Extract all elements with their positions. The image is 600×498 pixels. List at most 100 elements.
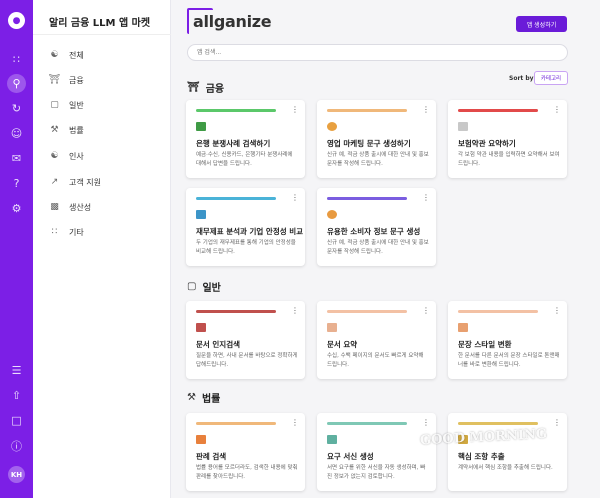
app-card[interactable]: ⋮ 문장 스타일 변환 한 문서를 다른 문서의 문장 스타일로 톤앤매너를 바…	[448, 301, 567, 379]
apps-grid-icon[interactable]: ∷	[9, 52, 24, 67]
card-title: 유용한 소비자 정보 문구 생성	[327, 227, 421, 236]
app-card[interactable]: ⋮ 재무제표 분석과 기업 안정성 비교 두 기업의 재무제표를 통해 기업의 …	[186, 188, 305, 266]
refresh-icon[interactable]: ↻	[9, 101, 24, 116]
card-description: 법률 용어를 모르더라도, 검색한 내용에 맞춰 판례를 찾아드립니다.	[196, 465, 298, 480]
app-card[interactable]: ⋮ 유용한 소비자 정보 문구 생성 신규 예, 적금 상품 출시에 대한 안내…	[317, 188, 436, 266]
brand-logo[interactable]: allganize	[187, 8, 272, 34]
upload-icon[interactable]: ⇧	[9, 388, 24, 403]
card-description: 계약서에서 핵심 조항을 추출해 드립니다.	[458, 465, 553, 471]
sidebar-item-general[interactable]: ▢ 일반	[49, 97, 84, 113]
card-title: 핵심 조항 추출	[458, 452, 505, 461]
card-accent-bar	[196, 310, 276, 313]
sidebar-item-productivity[interactable]: ▩ 생산성	[49, 199, 91, 215]
card-title: 판례 검색	[196, 452, 227, 461]
sidebar-item-label: 기타	[69, 227, 84, 237]
sidebar-item-label: 고객 지원	[69, 177, 101, 187]
more-options-icon[interactable]: ⋮	[291, 419, 299, 427]
card-title: 영업 마케팅 문구 생성하기	[327, 139, 411, 148]
sidebar-item-all[interactable]: ☯ 전체	[49, 47, 84, 63]
gift-icon[interactable]: □	[9, 413, 24, 428]
document-icon	[196, 122, 206, 131]
search-assistant-icon[interactable]: ⚲	[7, 74, 26, 93]
app-card[interactable]: ⋮ 문서 요약 수십, 수백 페이지의 문서도 빠르게 요약해 드립니다.	[317, 301, 436, 379]
card-accent-bar	[327, 109, 407, 112]
sidebar-item-label: 금융	[69, 75, 84, 85]
section-title: 법률	[201, 393, 221, 405]
chat-icon[interactable]: ✉	[9, 151, 24, 166]
layers-icon[interactable]: ☰	[9, 363, 24, 378]
sidebar-item-hr[interactable]: ☯ 인사	[49, 148, 84, 164]
sidebar-item-label: 인사	[69, 151, 84, 161]
section-title: 일반	[202, 282, 221, 294]
sidebar-item-finance[interactable]: ⛩ 금융	[49, 72, 84, 88]
app-card[interactable]: ⋮ 판례 검색 법률 용어를 모르더라도, 검색한 내용에 맞춰 판례를 찾아드…	[186, 413, 305, 491]
settings-icon[interactable]: ⚙	[9, 201, 24, 216]
gavel-icon: ⚒	[50, 125, 59, 135]
more-options-icon[interactable]: ⋮	[291, 307, 299, 315]
app-card[interactable]: ⋮ 은행 분쟁사례 검색하기 예금·수신, 신용카드, 은행기타 분쟁사례에 대…	[186, 100, 305, 178]
gavel-icon: ⚒	[187, 391, 196, 403]
card-accent-bar	[327, 310, 407, 313]
app-card[interactable]: ⋮ 문서 인지검색 질문을 하면, 사내 문서를 바탕으로 정확하게 답해드립니…	[186, 301, 305, 379]
more-options-icon[interactable]: ⋮	[291, 194, 299, 202]
help-circle-icon[interactable]: ⓘ	[9, 438, 24, 453]
section-heading-general: ▢ 일반	[187, 279, 221, 294]
more-options-icon[interactable]: ⋮	[422, 307, 430, 315]
briefcase-icon: ▢	[187, 280, 197, 292]
more-options-icon[interactable]: ⋮	[553, 419, 561, 427]
help-icon[interactable]: ?	[9, 176, 24, 191]
card-description: 예금·수신, 신용카드, 은행기타 분쟁사례에 대해서 답변을 드립니다.	[196, 152, 293, 167]
sidebar-item-legal[interactable]: ⚒ 법률	[49, 122, 83, 138]
person-icon[interactable]: ☺	[9, 126, 24, 141]
card-description: 각 보험 약관 내용을 입력하면 요약해서 보여 드립니다.	[458, 152, 560, 167]
card-title: 문장 스타일 변환	[458, 340, 512, 349]
card-accent-bar	[196, 422, 276, 425]
waveform-logo-icon[interactable]: ●	[8, 12, 25, 29]
sidebar-item-label: 전체	[69, 50, 84, 60]
bar-chart-icon: ▩	[50, 202, 59, 212]
app-card[interactable]: ⋮ 보험약관 요약하기 각 보험 약관 내용을 입력하면 요약해서 보여 드립니…	[448, 100, 567, 178]
more-options-icon[interactable]: ⋮	[422, 419, 430, 427]
card-title: 문서 인지검색	[196, 340, 241, 349]
bank-icon: ⛩	[48, 75, 61, 85]
app-card[interactable]: ⋮ 핵심 조항 추출 계약서에서 핵심 조항을 추출해 드립니다.	[448, 413, 567, 491]
more-options-icon[interactable]: ⋮	[291, 106, 299, 114]
card-accent-bar	[458, 422, 538, 425]
section-heading-finance: ⛩ 금융	[187, 80, 224, 95]
sidebar-item-label: 일반	[69, 100, 84, 110]
create-app-button[interactable]: 앱 생성하기	[516, 16, 567, 32]
card-description: 서면 요구를 위한 서신을 자동 생성하며, 빠진 정보가 없는지 검토합니다.	[327, 465, 426, 480]
card-title: 재무제표 분석과 기업 안정성 비교	[196, 227, 304, 236]
sidebar-item-label: 생산성	[69, 202, 92, 212]
avatar[interactable]: KH	[8, 466, 25, 483]
more-options-icon[interactable]: ⋮	[553, 106, 561, 114]
card-description: 신규 예, 적금 상품 출시에 대한 안내 및 홍보 문자를 작성해 드립니다.	[327, 240, 429, 255]
sidebar-item-support[interactable]: ↗ 고객 지원	[49, 174, 101, 190]
handshake-icon	[327, 122, 337, 131]
document-icon	[458, 122, 468, 131]
app-card[interactable]: ⋮ 영업 마케팅 문구 생성하기 신규 예, 적금 상품 출시에 대한 안내 및…	[317, 100, 436, 178]
card-accent-bar	[327, 197, 407, 200]
sidebar-item-other[interactable]: ∷ 기타	[49, 224, 84, 240]
card-description: 한 문서를 다른 문서의 문장 스타일로 톤앤매너를 바로 변환해 드립니다.	[458, 353, 560, 368]
card-title: 보험약관 요약하기	[458, 139, 516, 148]
more-options-icon[interactable]: ⋮	[422, 194, 430, 202]
more-options-icon[interactable]: ⋮	[422, 106, 430, 114]
more-options-icon[interactable]: ⋮	[553, 307, 561, 315]
chart-icon	[327, 323, 337, 332]
document-icon	[458, 323, 468, 332]
sort-dropdown[interactable]: 카테고리	[534, 71, 568, 85]
handshake-icon: ☯	[50, 151, 59, 161]
folder-icon	[196, 210, 206, 219]
app-card[interactable]: ⋮ 요구 서신 생성 서면 요구를 위한 서신을 자동 생성하며, 빠진 정보가…	[317, 413, 436, 491]
sidebar-title: 알리 금융 LLM 앱 마켓	[49, 18, 151, 29]
dots-grid-icon: ∷	[51, 227, 58, 237]
briefcase-icon: ▢	[50, 100, 59, 110]
card-title: 은행 분쟁사례 검색하기	[196, 139, 271, 148]
search-input[interactable]	[187, 44, 568, 61]
network-icon: ☯	[50, 50, 59, 60]
chat-bubble-icon	[196, 323, 206, 332]
card-description: 수십, 수백 페이지의 문서도 빠르게 요약해 드립니다.	[327, 353, 424, 368]
card-accent-bar	[458, 310, 538, 313]
card-accent-bar	[196, 109, 276, 112]
